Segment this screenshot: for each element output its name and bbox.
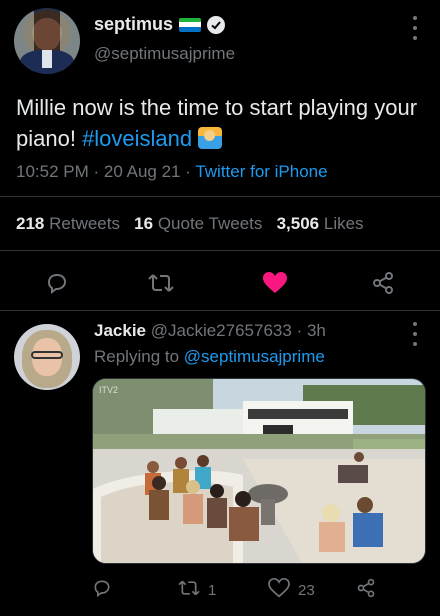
reply-media-image[interactable]: ITV2 [92, 378, 426, 564]
hashtag-link[interactable]: #loveisland [82, 126, 192, 151]
avatar[interactable] [14, 8, 80, 74]
replying-to-handle[interactable]: @septimusajprime [184, 347, 325, 366]
reply-retweet-button[interactable]: 1 [178, 578, 216, 602]
itv2-watermark: ITV2 [99, 385, 118, 395]
display-name[interactable]: septimus [94, 14, 226, 35]
reply-header: Jackie @Jackie27657633 · 3h [94, 321, 326, 341]
quotes-label: Quote Tweets [157, 214, 263, 233]
tweet-text: Millie now is the time to start playing … [16, 92, 426, 154]
divider [0, 196, 440, 197]
sierra-leone-flag-icon [179, 17, 202, 32]
tweet-date[interactable]: 20 Aug 21 [104, 162, 181, 181]
retweet-icon[interactable] [148, 270, 174, 296]
retweets-stat[interactable]: 218 Retweets [16, 214, 120, 233]
reply-like-count: 23 [298, 581, 315, 599]
divider [0, 250, 440, 251]
villa-scene-image: ITV2 [93, 379, 425, 563]
tweet-actions [0, 262, 440, 302]
reply-actions: 1 23 [92, 572, 432, 608]
like-heart-icon[interactable] [262, 270, 288, 296]
tweet-source-link[interactable]: Twitter for iPhone [195, 162, 327, 181]
more-options-icon[interactable] [408, 16, 422, 40]
reply-retweet-icon [178, 578, 200, 602]
likes-stat[interactable]: 3,506 Likes [277, 214, 364, 233]
handle[interactable]: @septimusajprime [94, 44, 235, 64]
main-tweet: septimus @septimusajprime Millie now is … [0, 0, 440, 314]
beach-emoji-icon [198, 127, 223, 149]
reply-handle[interactable]: @Jackie27657633 [151, 321, 292, 340]
reply-like-button[interactable]: 23 [268, 577, 315, 602]
reply-like-heart-icon [268, 577, 290, 602]
meta-separator: · [93, 162, 100, 181]
meta-separator: · [185, 162, 191, 181]
quotes-count: 16 [134, 214, 154, 233]
reply-more-options-icon[interactable] [408, 322, 422, 346]
reply-icon[interactable] [44, 270, 70, 296]
reply-retweet-count: 1 [208, 581, 217, 599]
reply-reply-icon[interactable] [92, 578, 112, 598]
display-name-label: septimus [94, 14, 174, 34]
likes-label: Likes [323, 214, 364, 233]
reply-display-name[interactable]: Jackie [94, 321, 146, 340]
likes-count: 3,506 [276, 214, 320, 233]
retweets-count: 218 [16, 214, 45, 233]
reply-age[interactable]: 3h [307, 321, 326, 340]
replying-to: Replying to @septimusajprime [94, 347, 325, 367]
tweet-stats: 218 Retweets 16 Quote Tweets 3,506 Likes [16, 214, 364, 234]
tweet-time[interactable]: 10:52 PM [16, 162, 89, 181]
reply-avatar[interactable] [14, 324, 80, 390]
reply-separator: · [296, 321, 303, 340]
quotes-stat[interactable]: 16 Quote Tweets [134, 214, 262, 233]
share-icon[interactable] [370, 270, 396, 296]
verified-badge-icon [207, 15, 226, 34]
replying-to-label: Replying to [94, 347, 180, 366]
divider [0, 310, 440, 311]
tweet-meta: 10:52 PM · 20 Aug 21 · Twitter for iPhon… [16, 162, 328, 182]
retweets-label: Retweets [49, 214, 120, 233]
reply-share-icon[interactable] [356, 578, 376, 598]
